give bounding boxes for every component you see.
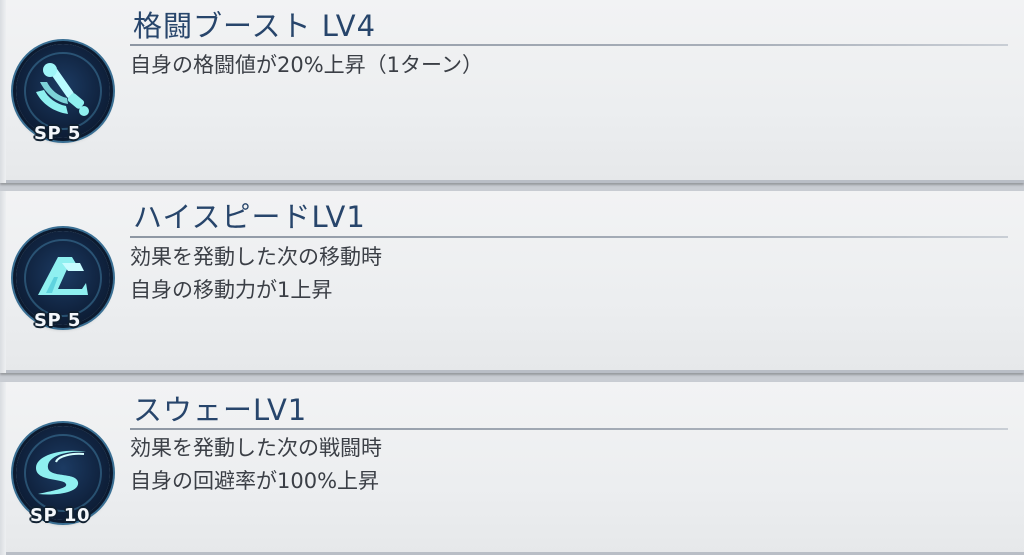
- skill-description: 効果を発動した次の移動時 自身の移動力が1上昇: [130, 241, 382, 307]
- title-divider: [130, 44, 1008, 46]
- skill-description: 効果を発動した次の戦闘時 自身の回避率が100%上昇: [130, 432, 382, 498]
- sp-cost: SP 10: [30, 505, 90, 526]
- sp-cost: SP 5: [34, 310, 81, 331]
- description-line: 効果を発動した次の移動時: [130, 245, 382, 269]
- skill-title: 格闘ブースト LV4: [133, 9, 377, 43]
- skill-badge: SP 10: [12, 422, 116, 532]
- skill-title: ハイスピードLV1: [133, 200, 366, 234]
- description-line: 自身の回避率が100%上昇: [130, 469, 380, 493]
- description-line: 自身の格闘値が20%上昇（1ターン）: [130, 53, 483, 77]
- description-line: 自身の移動力が1上昇: [130, 278, 333, 302]
- description-line: 効果を発動した次の戦闘時: [130, 436, 382, 460]
- skill-title: スウェーLV1: [133, 393, 308, 427]
- title-divider: [130, 428, 1008, 430]
- high-speed-icon: [38, 257, 88, 295]
- skill-badge: SP 5: [12, 40, 116, 150]
- skill-card-fighting-boost[interactable]: SP 5 格闘ブースト LV4 自身の格闘値が20%上昇（1ターン）: [0, 0, 1024, 183]
- fighting-boost-icon: [36, 63, 89, 116]
- skill-badge: SP 5: [12, 227, 116, 337]
- title-divider: [130, 236, 1008, 238]
- sway-icon: [36, 450, 86, 495]
- skill-card-high-speed[interactable]: SP 5 ハイスピードLV1 効果を発動した次の移動時 自身の移動力が1上昇: [0, 191, 1024, 373]
- skill-description: 自身の格闘値が20%上昇（1ターン）: [130, 49, 483, 82]
- skill-list: SP 5 格闘ブースト LV4 自身の格闘値が20%上昇（1ターン） SP 5 …: [0, 0, 1024, 555]
- skill-card-sway[interactable]: SP 10 スウェーLV1 効果を発動した次の戦闘時 自身の回避率が100%上昇: [0, 382, 1024, 555]
- sp-cost: SP 5: [34, 123, 81, 144]
